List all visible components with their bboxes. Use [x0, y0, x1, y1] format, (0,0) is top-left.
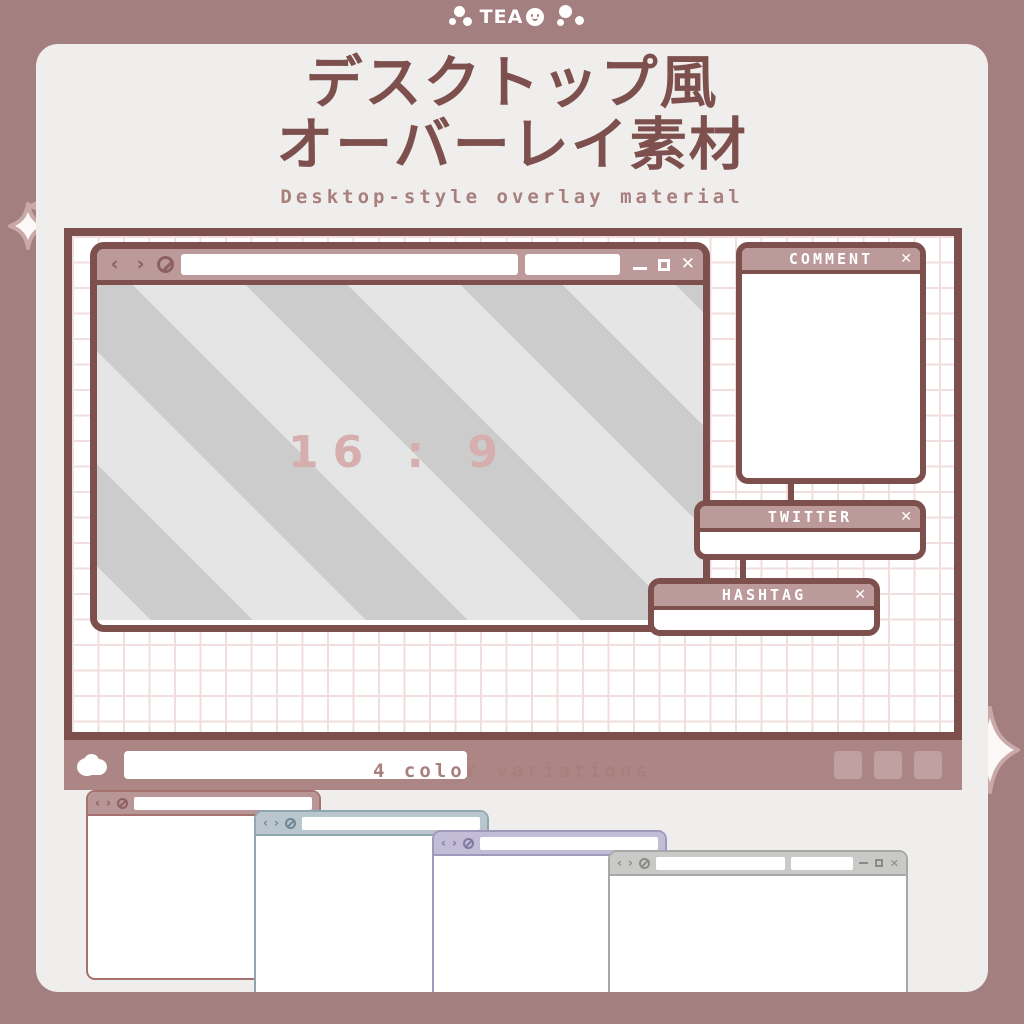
- comment-panel-body[interactable]: [742, 274, 920, 474]
- page-title: デスクトップ風 オーバーレイ素材 Desktop-style overlay m…: [36, 52, 988, 208]
- twitter-close-icon[interactable]: ✕: [900, 509, 912, 525]
- url-input[interactable]: [301, 816, 480, 830]
- reload-icon[interactable]: [157, 256, 174, 273]
- minimize-button[interactable]: [858, 862, 868, 864]
- hashtag-panel[interactable]: HASHTAG ✕: [648, 578, 880, 636]
- variation-toolbar: ‹ › ✕: [610, 852, 906, 876]
- back-icon[interactable]: ‹: [95, 797, 100, 809]
- search-input[interactable]: [790, 856, 853, 870]
- title-line-2: オーバーレイ素材: [276, 112, 748, 178]
- comment-panel-header: COMMENT ✕: [742, 248, 920, 274]
- reload-icon[interactable]: [638, 857, 650, 869]
- hashtag-panel-header: HASHTAG ✕: [654, 584, 874, 610]
- forward-icon[interactable]: ›: [452, 837, 457, 849]
- blob-decor-icon: [559, 5, 573, 18]
- twitter-panel-header: TWITTER ✕: [700, 506, 920, 532]
- forward-icon[interactable]: ›: [274, 817, 279, 829]
- back-icon[interactable]: ‹: [263, 817, 268, 829]
- close-button[interactable]: ✕: [890, 858, 899, 869]
- brand-name: TEA: [479, 6, 524, 28]
- url-input[interactable]: [181, 254, 518, 275]
- twitter-panel-body[interactable]: [700, 532, 920, 550]
- browser-content-area: 16 : 9: [97, 285, 703, 620]
- back-icon[interactable]: ‹: [617, 857, 622, 869]
- forward-icon[interactable]: ›: [106, 797, 111, 809]
- variations-label: 4 color variations: [373, 760, 651, 782]
- close-button[interactable]: ✕: [681, 256, 695, 273]
- aspect-ratio-label: 16 : 9: [287, 427, 513, 478]
- hashtag-panel-body[interactable]: [654, 610, 874, 626]
- blob-decor-icon: [557, 19, 565, 26]
- back-icon[interactable]: ‹: [105, 255, 124, 274]
- browser-window[interactable]: ‹ › ✕ 16 : 9: [90, 242, 710, 632]
- blob-decor-icon: [462, 17, 472, 26]
- page-subtitle: Desktop-style overlay material: [280, 186, 744, 208]
- maximize-button[interactable]: [874, 859, 883, 867]
- url-input[interactable]: [479, 836, 658, 850]
- brand-logo: TEA: [448, 5, 585, 28]
- forward-icon[interactable]: ›: [131, 255, 150, 274]
- browser-toolbar: ‹ › ✕: [97, 249, 703, 285]
- reload-icon[interactable]: [116, 797, 128, 809]
- smiley-icon: [526, 8, 545, 26]
- title-line-1: デスクトップ風: [305, 50, 719, 116]
- maximize-button[interactable]: [657, 258, 670, 271]
- window-controls: ✕: [858, 858, 899, 869]
- hashtag-close-icon[interactable]: ✕: [854, 587, 866, 603]
- twitter-panel[interactable]: TWITTER ✕: [694, 500, 926, 560]
- search-input[interactable]: [524, 254, 620, 275]
- hashtag-panel-title: HASHTAG: [721, 586, 807, 604]
- forward-icon[interactable]: ›: [628, 857, 633, 869]
- variation-window-gray[interactable]: ‹ › ✕: [608, 850, 908, 992]
- main-card: デスクトップ風 オーバーレイ素材 Desktop-style overlay m…: [36, 44, 988, 992]
- blob-decor-icon: [448, 18, 456, 25]
- comment-panel[interactable]: COMMENT ✕: [736, 242, 926, 484]
- reload-icon[interactable]: [462, 837, 474, 849]
- url-input[interactable]: [655, 856, 785, 870]
- blob-decor-icon: [453, 6, 465, 17]
- brand-bar: TEA: [0, 0, 1024, 34]
- blob-decor-icon: [575, 16, 585, 25]
- url-input[interactable]: [133, 796, 312, 810]
- desktop-monitor-frame: ‹ › ✕ 16 : 9 COMMENT ✕ TWITTER ✕ HASHTAG…: [64, 228, 962, 740]
- minimize-button[interactable]: [632, 267, 647, 270]
- desktop-screen: ‹ › ✕ 16 : 9 COMMENT ✕ TWITTER ✕ HASHTAG…: [72, 236, 954, 732]
- twitter-panel-title: TWITTER: [767, 508, 853, 526]
- reload-icon[interactable]: [284, 817, 296, 829]
- window-controls: ✕: [627, 256, 695, 273]
- comment-close-icon[interactable]: ✕: [900, 251, 912, 267]
- comment-panel-title: COMMENT: [788, 250, 874, 268]
- back-icon[interactable]: ‹: [441, 837, 446, 849]
